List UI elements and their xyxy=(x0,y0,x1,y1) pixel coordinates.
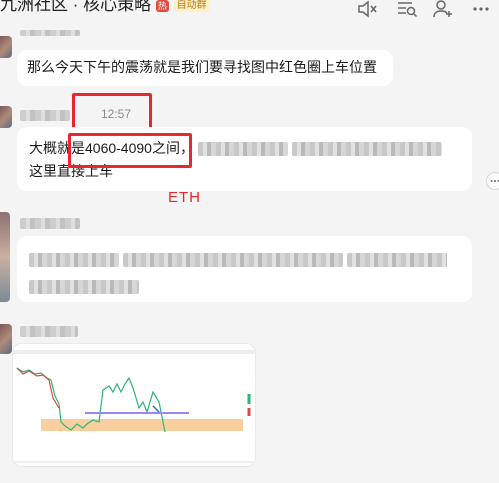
chart-image-message[interactable] xyxy=(12,343,256,467)
avatar[interactable] xyxy=(0,36,12,58)
sender-name-blurred xyxy=(20,30,80,36)
blurred-text xyxy=(291,142,442,157)
message-text: 那么今天下午的震荡就是我们要寻找图中红色圈上车位置 xyxy=(27,59,377,75)
chat-title: 九洲社区 · 核心策略 热 自动群 xyxy=(0,0,210,15)
avatar[interactable] xyxy=(0,106,12,128)
mute-icon[interactable] xyxy=(356,0,378,18)
add-member-icon[interactable] xyxy=(432,0,454,18)
eth-annotation: ETH xyxy=(168,189,201,206)
highlight-box-time xyxy=(72,93,152,131)
blurred-text xyxy=(197,142,288,157)
more-icon[interactable] xyxy=(470,0,492,18)
chat-header: 九洲社区 · 核心策略 热 自动群 xyxy=(0,0,499,24)
search-list-icon[interactable] xyxy=(396,0,418,18)
message-bubble[interactable] xyxy=(17,236,472,302)
hot-badge: 热 xyxy=(155,0,169,12)
avatar[interactable] xyxy=(0,324,12,354)
message-bubble[interactable]: 那么今天下午的震荡就是我们要寻找图中红色圈上车位置 xyxy=(17,50,393,86)
blurred-line xyxy=(29,275,460,298)
group-type-badge: 自动群 xyxy=(173,0,210,13)
comment-icon[interactable] xyxy=(486,172,499,190)
highlight-box-price xyxy=(68,133,192,168)
sender-name-blurred xyxy=(20,110,70,121)
avatar[interactable] xyxy=(0,212,10,302)
price-chart-thumbnail xyxy=(13,344,255,466)
blurred-line xyxy=(29,248,460,271)
sender-name-blurred xyxy=(20,326,78,337)
sender-name-blurred xyxy=(20,218,80,229)
